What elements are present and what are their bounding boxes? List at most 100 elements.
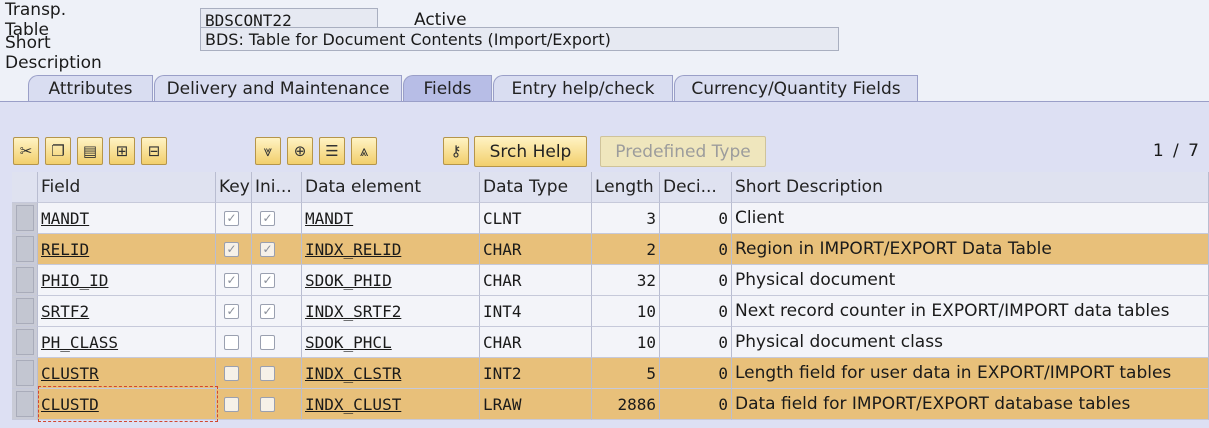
key-checkbox[interactable] bbox=[224, 334, 239, 350]
col-length[interactable]: Length bbox=[592, 172, 660, 203]
short-description-cell[interactable]: Physical document class bbox=[732, 327, 1209, 358]
row-selector-cell[interactable] bbox=[12, 327, 38, 358]
short-description-cell[interactable]: Data field for IMPORT/EXPORT database ta… bbox=[732, 389, 1209, 420]
table-row[interactable]: PH_CLASS SDOK_PHCL CHAR 10 0 Physical documen… bbox=[12, 327, 1209, 358]
initial-checkbox[interactable] bbox=[260, 334, 275, 350]
short-description-cell[interactable]: Region in IMPORT/EXPORT Data Table bbox=[732, 234, 1209, 265]
length-cell[interactable]: 5 bbox=[592, 358, 660, 389]
tab-currency-quantity-fields[interactable]: Currency/Quantity Fields bbox=[674, 75, 918, 102]
field-name-cell[interactable]: RELID bbox=[38, 234, 216, 265]
short-description-cell[interactable]: Client bbox=[732, 203, 1209, 234]
key-checkbox[interactable]: ✓ bbox=[224, 272, 239, 288]
key-checkbox[interactable] bbox=[224, 365, 239, 381]
col-data-element[interactable]: Data element bbox=[302, 172, 480, 203]
key-checkbox[interactable]: ✓ bbox=[224, 303, 239, 319]
field-name-cell[interactable]: SRTF2 bbox=[38, 296, 216, 327]
table-row[interactable]: SRTF2 ✓ ✓ INDX_SRTF2 INT4 10 0 Next record coun… bbox=[12, 296, 1209, 327]
row-selector[interactable] bbox=[16, 298, 34, 324]
field-name-cell[interactable]: CLUSTR bbox=[38, 358, 216, 389]
length-cell[interactable]: 32 bbox=[592, 265, 660, 296]
data-type-cell[interactable]: INT4 bbox=[480, 296, 592, 327]
field-name-cell[interactable]: PH_CLASS bbox=[38, 327, 216, 358]
row-selector[interactable] bbox=[16, 360, 34, 386]
decimals-cell[interactable]: 0 bbox=[660, 203, 732, 234]
row-selector-cell[interactable] bbox=[12, 265, 38, 296]
row-selector[interactable] bbox=[16, 391, 34, 417]
search-help-button[interactable]: Srch Help bbox=[474, 136, 587, 167]
initial-checkbox[interactable]: ✓ bbox=[260, 272, 275, 288]
decimals-cell[interactable]: 0 bbox=[660, 327, 732, 358]
col-data-type[interactable]: Data Type bbox=[480, 172, 592, 203]
col-key[interactable]: Key bbox=[216, 172, 252, 203]
short-description-cell[interactable]: Physical document bbox=[732, 265, 1209, 296]
short-description-field[interactable]: BDS: Table for Document Contents (Import… bbox=[200, 27, 839, 51]
field-name-cell[interactable]: MANDT bbox=[38, 203, 216, 234]
initial-checkbox[interactable]: ✓ bbox=[260, 210, 275, 226]
predefined-type-button[interactable]: Predefined Type bbox=[600, 136, 766, 167]
decimals-cell[interactable]: 0 bbox=[660, 358, 732, 389]
col-short-description[interactable]: Short Description bbox=[732, 172, 1209, 203]
table-row[interactable]: CLUSTR INDX_CLSTR INT2 5 0 Length field for u… bbox=[12, 358, 1209, 389]
data-type-cell[interactable]: LRAW bbox=[480, 389, 592, 420]
data-type-cell[interactable]: CHAR bbox=[480, 265, 592, 296]
data-element-cell[interactable]: INDX_RELID bbox=[302, 234, 480, 265]
data-element-cell[interactable]: SDOK_PHID bbox=[302, 265, 480, 296]
sort-asc-icon[interactable]: ⩓ bbox=[351, 137, 377, 165]
table-row[interactable]: MANDT ✓ ✓ MANDT CLNT 3 0 Client bbox=[12, 203, 1209, 234]
paste-icon[interactable]: ▤ bbox=[77, 137, 103, 165]
decimals-cell[interactable]: 0 bbox=[660, 389, 732, 420]
row-selector-cell[interactable] bbox=[12, 389, 38, 420]
decimals-cell[interactable]: 0 bbox=[660, 234, 732, 265]
row-selector-cell[interactable] bbox=[12, 234, 38, 265]
row-selector[interactable] bbox=[16, 329, 34, 355]
initial-checkbox[interactable] bbox=[260, 365, 275, 381]
key-checkbox[interactable]: ✓ bbox=[224, 241, 239, 257]
data-element-cell[interactable]: INDX_SRTF2 bbox=[302, 296, 480, 327]
col-field[interactable]: Field bbox=[38, 172, 216, 203]
length-cell[interactable]: 10 bbox=[592, 296, 660, 327]
insert-icon[interactable]: ⊕ bbox=[287, 137, 313, 165]
length-cell[interactable]: 10 bbox=[592, 327, 660, 358]
tab-delivery-maintenance[interactable]: Delivery and Maintenance bbox=[154, 75, 402, 102]
row-selector-cell[interactable] bbox=[12, 203, 38, 234]
cut-icon[interactable]: ✂ bbox=[13, 137, 39, 165]
insert-row-icon[interactable]: ⊞ bbox=[109, 137, 135, 165]
initial-checkbox[interactable]: ✓ bbox=[260, 303, 275, 319]
decimals-cell[interactable]: 0 bbox=[660, 296, 732, 327]
key-checkbox[interactable]: ✓ bbox=[224, 210, 239, 226]
length-cell[interactable]: 2886 bbox=[592, 389, 660, 420]
copy-icon[interactable]: ❐ bbox=[45, 137, 71, 165]
sort-desc-icon[interactable]: ☰ bbox=[319, 137, 345, 165]
table-row[interactable]: RELID ✓ ✓ INDX_RELID CHAR 2 0 Region in IMPORT/… bbox=[12, 234, 1209, 265]
key-checkbox[interactable] bbox=[224, 396, 239, 412]
length-cell[interactable]: 3 bbox=[592, 203, 660, 234]
data-element-cell[interactable]: SDOK_PHCL bbox=[302, 327, 480, 358]
initial-checkbox[interactable] bbox=[260, 396, 275, 412]
table-row[interactable]: CLUSTD INDX_CLUST LRAW 2886 0 Data field for … bbox=[12, 389, 1209, 420]
sort-icon[interactable]: ⩔ bbox=[255, 137, 281, 165]
initial-checkbox[interactable]: ✓ bbox=[260, 241, 275, 257]
data-type-cell[interactable]: CHAR bbox=[480, 234, 592, 265]
tab-fields[interactable]: Fields bbox=[403, 75, 492, 102]
short-description-cell[interactable]: Length field for user data in EXPORT/IMP… bbox=[732, 358, 1209, 389]
data-type-cell[interactable]: INT2 bbox=[480, 358, 592, 389]
data-type-cell[interactable]: CLNT bbox=[480, 203, 592, 234]
tab-attributes[interactable]: Attributes bbox=[28, 75, 153, 102]
key-icon[interactable]: ⚷ bbox=[443, 137, 469, 165]
decimals-cell[interactable]: 0 bbox=[660, 265, 732, 296]
data-type-cell[interactable]: CHAR bbox=[480, 327, 592, 358]
field-name-cell[interactable]: CLUSTD bbox=[38, 389, 216, 420]
row-selector-cell[interactable] bbox=[12, 358, 38, 389]
length-cell[interactable]: 2 bbox=[592, 234, 660, 265]
row-selector[interactable] bbox=[16, 267, 34, 293]
tab-entry-help-check[interactable]: Entry help/check bbox=[493, 75, 673, 102]
data-element-cell[interactable]: MANDT bbox=[302, 203, 480, 234]
select-all-cell[interactable] bbox=[12, 172, 38, 203]
field-name-cell[interactable]: PHIO_ID bbox=[38, 265, 216, 296]
row-selector-cell[interactable] bbox=[12, 296, 38, 327]
short-description-cell[interactable]: Next record counter in EXPORT/IMPORT dat… bbox=[732, 296, 1209, 327]
table-row[interactable]: PHIO_ID ✓ ✓ SDOK_PHID CHAR 32 0 Physical docume… bbox=[12, 265, 1209, 296]
data-element-cell[interactable]: INDX_CLSTR bbox=[302, 358, 480, 389]
row-selector[interactable] bbox=[16, 205, 34, 231]
delete-row-icon[interactable]: ⊟ bbox=[141, 137, 167, 165]
